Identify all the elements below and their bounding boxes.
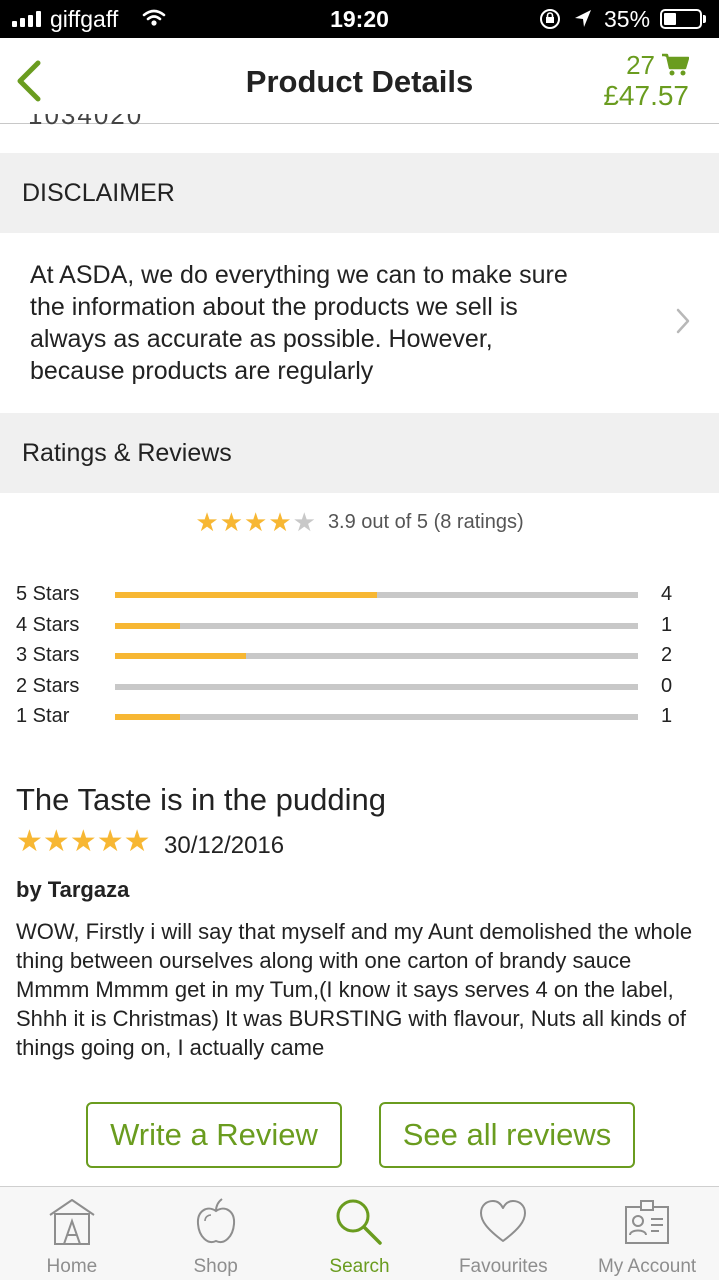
review-date: 30/12/2016 xyxy=(164,832,285,859)
histogram-label: 1 Star xyxy=(16,705,70,727)
review-body: WOW, Firstly i will say that myself and … xyxy=(16,919,693,1060)
average-rating-stars: ★ ★ ★ ★ ★ xyxy=(195,508,316,536)
review-author: by Targaza xyxy=(16,877,130,902)
histogram-fill xyxy=(115,714,181,720)
see-all-reviews-button[interactable]: See all reviews xyxy=(379,1102,635,1168)
histogram-label: 4 Stars xyxy=(16,614,80,636)
tab-label: Search xyxy=(329,1256,390,1277)
histogram-track xyxy=(115,592,638,598)
tab-shop[interactable]: Shop xyxy=(144,1187,288,1280)
search-icon xyxy=(336,1199,383,1245)
histogram-count: 0 xyxy=(661,675,673,697)
star-filled-icon: ★ xyxy=(123,825,151,858)
tab-bar: Home Shop Search Favourites My Account xyxy=(0,1186,719,1280)
rotation-lock-icon xyxy=(538,8,562,35)
cart-icon xyxy=(662,53,689,76)
status-bar: giffgaff 19:20 35% xyxy=(0,0,719,38)
chevron-right-icon xyxy=(676,308,690,334)
disclaimer-header-label: DISCLAIMER xyxy=(22,178,175,207)
battery-icon xyxy=(660,9,702,29)
basket-total: £47.57 xyxy=(603,80,689,111)
tab-search[interactable]: Search xyxy=(288,1187,432,1280)
tab-favourites[interactable]: Favourites xyxy=(431,1187,575,1280)
tab-home[interactable]: Home xyxy=(0,1187,144,1280)
star-filled-icon: ★ xyxy=(268,507,292,537)
histogram-label: 5 Stars xyxy=(16,583,80,605)
review-stars: ★ ★ ★ ★ ★ xyxy=(16,826,151,858)
histogram-count: 1 xyxy=(661,705,673,727)
basket-button[interactable]: 27 £47.57 xyxy=(603,50,689,112)
tab-label: My Account xyxy=(597,1256,697,1277)
histogram-label: 2 Stars xyxy=(16,675,80,697)
histogram-count: 2 xyxy=(661,644,673,666)
histogram-row: 3 Stars 2 xyxy=(0,641,719,671)
review-title: The Taste is in the pudding xyxy=(16,782,386,817)
navigation-bar: Product Details 27 £47.57 xyxy=(0,38,719,124)
heart-icon xyxy=(480,1200,527,1242)
tab-label: Shop xyxy=(193,1256,238,1277)
star-filled-icon: ★ xyxy=(195,507,219,537)
apple-icon xyxy=(196,1198,235,1243)
histogram-track xyxy=(115,623,638,629)
star-filled-icon: ★ xyxy=(69,825,97,858)
rating-summary: ★ ★ ★ ★ ★ 3.9 out of 5 (8 ratings) xyxy=(0,508,719,536)
histogram-row: 1 Star 1 xyxy=(0,702,719,732)
tab-label: Favourites xyxy=(458,1256,548,1277)
histogram-track xyxy=(115,714,638,720)
histogram-fill xyxy=(115,592,377,598)
rating-summary-text: 3.9 out of 5 (8 ratings) xyxy=(327,510,524,533)
star-empty-icon: ★ xyxy=(292,507,316,537)
basket-count: 27 xyxy=(626,50,655,80)
location-arrow-icon xyxy=(573,8,593,35)
histogram-label: 3 Stars xyxy=(16,644,80,666)
histogram-count: 4 xyxy=(661,583,673,605)
disclaimer-header: DISCLAIMER xyxy=(0,153,719,233)
histogram-track xyxy=(115,684,638,690)
ratings-reviews-header-label: Ratings & Reviews xyxy=(22,438,232,467)
battery-cap xyxy=(703,15,706,23)
write-review-button[interactable]: Write a Review xyxy=(86,1102,342,1168)
disclaimer-row[interactable]: At ASDA, we do everything we can to make… xyxy=(0,233,719,413)
histogram-count: 1 xyxy=(661,614,673,636)
histogram-row: 2 Stars 0 xyxy=(0,672,719,702)
tab-my-account[interactable]: My Account xyxy=(575,1187,719,1280)
battery-percent: 35% xyxy=(604,6,651,32)
star-filled-icon: ★ xyxy=(16,825,43,858)
battery-level-fill xyxy=(664,13,676,25)
disclaimer-text: At ASDA, we do everything we can to make… xyxy=(30,261,568,385)
histogram-fill xyxy=(115,623,181,629)
ratings-reviews-header: Ratings & Reviews xyxy=(0,413,719,493)
histogram-track xyxy=(115,653,638,659)
star-filled-icon: ★ xyxy=(219,507,243,537)
star-filled-icon: ★ xyxy=(96,825,124,858)
histogram-fill xyxy=(115,653,246,659)
account-card-icon xyxy=(625,1200,670,1244)
tab-label: Home xyxy=(46,1256,98,1277)
histogram-row: 4 Stars 1 xyxy=(0,611,719,641)
star-filled-icon: ★ xyxy=(42,825,70,858)
star-filled-icon: ★ xyxy=(244,507,268,537)
home-icon xyxy=(49,1199,95,1245)
histogram-row: 5 Stars 4 xyxy=(0,580,719,610)
